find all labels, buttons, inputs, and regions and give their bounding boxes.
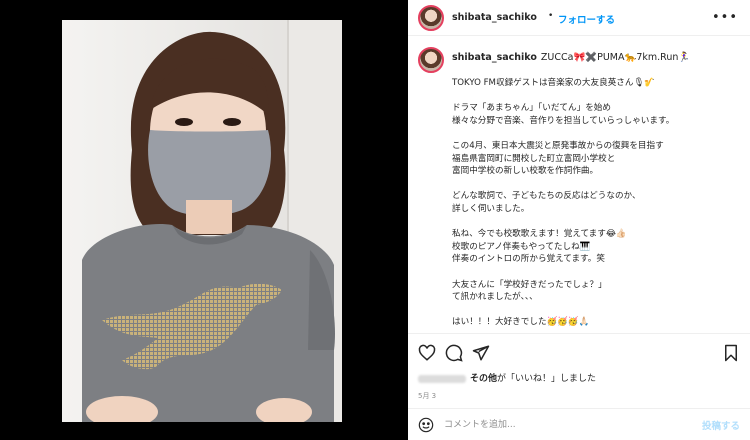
post-side-panel: shibata_sachiko • フォローする ••• shibata_sac… bbox=[408, 0, 750, 440]
caption-header: shibata_sachiko ZUCCa🎀✖️PUMA🐆7km.Run🏃‍♀️ bbox=[452, 52, 690, 63]
caption-line bbox=[452, 90, 742, 103]
post-photo-illustration bbox=[62, 20, 342, 422]
caption-text: TOKYO FM収録ゲストは音楽家の大友良英さん🎙🎷 ドラマ「あまちゃん」「いだて… bbox=[452, 77, 742, 329]
caption-line bbox=[452, 216, 742, 229]
photo-pane bbox=[0, 0, 408, 440]
caption-line: 様々な分野で音楽、音作りを担当していらっしゃいます。 bbox=[452, 115, 675, 126]
post-photo[interactable] bbox=[62, 20, 342, 422]
caption-line: 大友さんに「学校好きだったでしょ？」 bbox=[452, 279, 607, 290]
caption-line bbox=[452, 178, 742, 191]
comment-icon[interactable] bbox=[445, 344, 463, 362]
likes-summary: その他が「いいね！」しました bbox=[418, 371, 596, 384]
more-horizontal-icon[interactable]: ••• bbox=[712, 10, 738, 25]
caption-line: 校歌のピアノ伴奏もやってたしね🎹 bbox=[452, 241, 591, 252]
caption-line: この4月、東日本大震災と原発事故からの復興を目指す bbox=[452, 140, 664, 151]
caption-line: 詳しく伺いました。 bbox=[452, 203, 530, 214]
emoji-icon[interactable] bbox=[418, 417, 434, 433]
caption-bio: ZUCCa🎀✖️PUMA🐆7km.Run🏃‍♀️ bbox=[540, 52, 691, 63]
post-comment-button[interactable]: 投稿する bbox=[702, 418, 740, 432]
caption-line: 福島県富岡町に開校した町立富岡小学校と bbox=[452, 153, 616, 164]
caption-username[interactable]: shibata_sachiko bbox=[452, 52, 537, 63]
share-icon[interactable] bbox=[472, 344, 490, 362]
caption-line: TOKYO FM収録ゲストは音楽家の大友良英さん🎙🎷 bbox=[452, 78, 656, 88]
follow-button[interactable]: フォローする bbox=[558, 12, 615, 26]
separator-dot: • bbox=[548, 11, 554, 21]
caption-line: 伴奏のイントロの所から覚えてます。笑 bbox=[452, 254, 605, 265]
post-header: shibata_sachiko • フォローする ••• bbox=[408, 0, 750, 36]
caption-line: どんな歌詞で、子どもたちの反応はどうなのか、 bbox=[452, 191, 641, 202]
caption-line: はい！！！大好きでした🥳🥳🥳🙏🏻 bbox=[452, 317, 590, 328]
caption-line bbox=[452, 127, 742, 140]
post-date[interactable]: 5月 3 bbox=[418, 391, 436, 401]
caption-line bbox=[452, 304, 742, 317]
caption-line: 私ね、今でも校歌歌えます！覚えてます😂👍🏻 bbox=[452, 229, 627, 240]
action-bar bbox=[408, 333, 750, 369]
author-username[interactable]: shibata_sachiko bbox=[452, 12, 537, 23]
caption-avatar[interactable] bbox=[418, 47, 444, 73]
caption-line: て訊かれましたが、、、 bbox=[452, 292, 538, 303]
blurred-username bbox=[418, 374, 466, 383]
author-avatar[interactable] bbox=[418, 5, 444, 31]
comment-input[interactable] bbox=[444, 416, 684, 434]
likes-text: が「いいね！」しました bbox=[497, 374, 597, 384]
bookmark-icon[interactable] bbox=[722, 344, 740, 362]
caption-line bbox=[452, 266, 742, 279]
caption-line: ドラマ「あまちゃん」「いだてん」を始め bbox=[452, 103, 611, 114]
heart-icon[interactable] bbox=[418, 344, 436, 362]
likes-others-link[interactable]: その他 bbox=[470, 374, 497, 384]
caption-line: 富岡中学校の新しい校歌を作詞作曲。 bbox=[452, 166, 599, 177]
caption-area: shibata_sachiko ZUCCa🎀✖️PUMA🐆7km.Run🏃‍♀️ … bbox=[408, 37, 750, 333]
comment-bar: 投稿する bbox=[408, 408, 750, 440]
